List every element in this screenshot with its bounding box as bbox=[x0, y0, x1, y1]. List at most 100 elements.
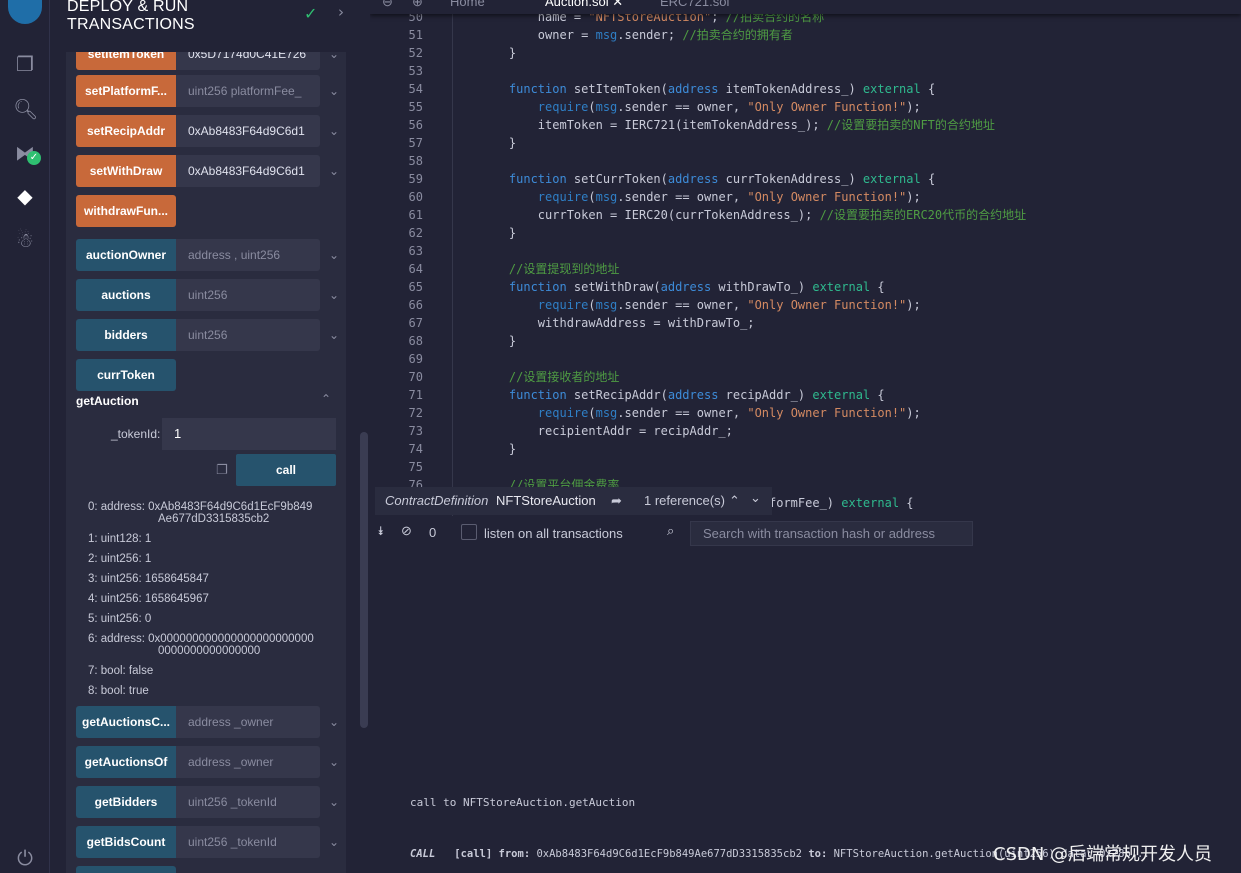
code-text: require(msg.sender == owner, "Only Owner… bbox=[480, 188, 921, 206]
function-button[interactable]: setItemToken bbox=[76, 52, 176, 70]
zoom-in-icon[interactable]: ⊕ bbox=[412, 0, 423, 10]
chevron-down-icon[interactable]: ⌄ bbox=[750, 484, 761, 512]
output-text: 4: uint256: 1658645967 bbox=[88, 593, 209, 605]
function-button[interactable]: getAuctionsC... bbox=[76, 706, 176, 738]
code-token: currToken = IERC20(currTokenAddress_); bbox=[480, 208, 820, 222]
contract-definition-popover: ContractDefinition NFTStoreAuction ➦ 1 r… bbox=[375, 487, 772, 515]
output-value: 5: uint256: 0 bbox=[88, 613, 151, 625]
line-number: 75 bbox=[408, 460, 423, 474]
search-icon[interactable]: 🔍︎ bbox=[13, 97, 38, 121]
chevron-down-icon[interactable]: ⌄ bbox=[329, 279, 339, 311]
function-button[interactable]: getAuctionsOf bbox=[76, 746, 176, 778]
function-button[interactable]: auctionOwner bbox=[76, 239, 176, 271]
function-args-input[interactable]: 0xAb8483F64d9C6d1 bbox=[176, 115, 320, 147]
copy-icon[interactable]: ❐ bbox=[216, 463, 228, 478]
function-button[interactable]: getBidders bbox=[76, 786, 176, 818]
collapse-terminal-icon[interactable]: ⯯ bbox=[377, 524, 384, 539]
chevron-down-icon[interactable]: ⌄ bbox=[329, 826, 339, 858]
line-number: 59 bbox=[408, 172, 423, 186]
chevron-down-icon[interactable]: ⌄ bbox=[329, 75, 339, 107]
code-token: external bbox=[812, 280, 878, 294]
function-args-input[interactable]: 0x5D7174d0C41E726 bbox=[176, 52, 320, 70]
code-token: external bbox=[862, 172, 928, 186]
chevron-down-icon[interactable]: ⌄ bbox=[329, 239, 339, 271]
function-args-input[interactable]: address _owner bbox=[176, 706, 320, 738]
debugger-icon[interactable]: ☃ bbox=[13, 228, 37, 252]
function-args-input[interactable]: uint256 _tokenId bbox=[176, 826, 320, 858]
code-token: //设置提现到的地址 bbox=[480, 262, 620, 276]
chevron-down-icon[interactable]: ⌄ bbox=[329, 786, 339, 818]
line-number: 71 bbox=[408, 388, 423, 402]
zoom-out-icon[interactable]: ⊖ bbox=[382, 0, 393, 10]
code-token: setItemToken( bbox=[573, 82, 668, 96]
code-token: external bbox=[812, 388, 878, 402]
code-text: } bbox=[480, 134, 516, 152]
output-text: 1: uint128: 1 bbox=[88, 533, 152, 545]
line-number: 67 bbox=[408, 316, 423, 330]
code-token: function bbox=[480, 82, 574, 96]
function-button[interactable]: getBidsCount bbox=[76, 826, 176, 858]
line-number: 62 bbox=[408, 226, 423, 240]
code-line: 70 //设置接收者的地址 bbox=[370, 368, 1241, 386]
chevron-down-icon[interactable]: ⌄ bbox=[329, 155, 339, 187]
function-button[interactable] bbox=[76, 866, 176, 873]
deploy-run-icon[interactable]: ◆ bbox=[13, 184, 37, 208]
plugin-manager-icon[interactable]: ⏻ bbox=[13, 846, 37, 870]
function-args-input[interactable]: uint256 _tokenId bbox=[176, 786, 320, 818]
code-token: msg bbox=[595, 406, 618, 420]
tokenid-input[interactable]: 1 bbox=[162, 418, 336, 450]
code-editor[interactable]: ⊖ ⊕ Home Auction.sol ✕ ERC721.sol 50 nam… bbox=[370, 0, 1241, 516]
listen-checkbox[interactable] bbox=[461, 524, 477, 540]
chevron-down-icon[interactable]: ⌄ bbox=[329, 115, 339, 147]
line-number: 55 bbox=[408, 100, 423, 114]
function-button[interactable]: setPlatformF... bbox=[76, 75, 176, 107]
chevron-up-icon[interactable]: ⌃ bbox=[321, 392, 331, 406]
tab-auction-sol[interactable]: Auction.sol ✕ bbox=[545, 0, 623, 10]
function-button[interactable]: auctions bbox=[76, 279, 176, 311]
code-text: function setCurrToken(address currTokenA… bbox=[480, 170, 935, 188]
output-text: 3: uint256: 1658645847 bbox=[88, 573, 209, 585]
goto-definition-icon[interactable]: ➦ bbox=[611, 487, 622, 515]
function-button[interactable]: withdrawFun... bbox=[76, 195, 176, 227]
code-token: //拍卖合约的拥有者 bbox=[682, 28, 793, 42]
to-label: to: bbox=[808, 848, 828, 860]
chevron-right-icon[interactable]: › bbox=[338, 3, 344, 21]
chevron-up-icon[interactable]: ⌃ bbox=[729, 487, 740, 515]
call-button[interactable]: call bbox=[236, 454, 336, 486]
clear-console-icon[interactable]: ⊘ bbox=[401, 523, 412, 539]
function-args-input[interactable]: uint256 bbox=[176, 279, 320, 311]
line-number: 57 bbox=[408, 136, 423, 150]
function-args-input[interactable]: address _owner bbox=[176, 746, 320, 778]
function-args-input[interactable]: uint256 platformFee_ bbox=[176, 75, 320, 107]
title-line: TRANSACTIONS bbox=[67, 16, 195, 33]
code-line: 62 } bbox=[370, 224, 1241, 242]
chevron-down-icon[interactable]: ⌄ bbox=[329, 319, 339, 351]
code-token: require bbox=[480, 100, 589, 114]
function-button[interactable]: setWithDraw bbox=[76, 155, 176, 187]
function-args-input[interactable]: address , uint256 bbox=[176, 239, 320, 271]
code-token: function bbox=[480, 388, 574, 402]
remix-logo-icon[interactable] bbox=[8, 0, 42, 24]
output-value: 7: bool: false bbox=[88, 665, 153, 677]
line-number: 54 bbox=[408, 82, 423, 96]
function-button[interactable]: setRecipAddr bbox=[76, 115, 176, 147]
tab-home[interactable]: Home bbox=[450, 0, 485, 9]
file-explorer-icon[interactable]: ❐ bbox=[13, 52, 37, 76]
solidity-compiler-icon[interactable]: ⧓ ✓ bbox=[13, 141, 41, 165]
line-number: 70 bbox=[408, 370, 423, 384]
code-token: .sender == owner, bbox=[617, 298, 748, 312]
code-text: //设置提现到的地址 bbox=[480, 260, 619, 278]
tab-erc721-sol[interactable]: ERC721.sol bbox=[660, 0, 729, 9]
code-token: setRecipAddr( bbox=[573, 388, 668, 402]
chevron-down-icon[interactable]: ⌄ bbox=[329, 52, 339, 70]
panel-scrollbar[interactable] bbox=[360, 432, 368, 728]
chevron-down-icon[interactable]: ⌄ bbox=[329, 746, 339, 778]
function-button[interactable]: currToken bbox=[76, 359, 176, 391]
chevron-down-icon[interactable]: ⌄ bbox=[329, 706, 339, 738]
terminal: ⯯ ⊘ 0 listen on all transactions ⌕ Searc… bbox=[370, 516, 1241, 873]
function-args-input[interactable]: 0xAb8483F64d9C6d1 bbox=[176, 155, 320, 187]
transaction-search-input[interactable]: Search with transaction hash or address bbox=[690, 521, 973, 546]
function-args-input[interactable]: uint256 bbox=[176, 319, 320, 351]
function-button[interactable]: bidders bbox=[76, 319, 176, 351]
close-icon[interactable]: ✕ bbox=[612, 0, 623, 9]
